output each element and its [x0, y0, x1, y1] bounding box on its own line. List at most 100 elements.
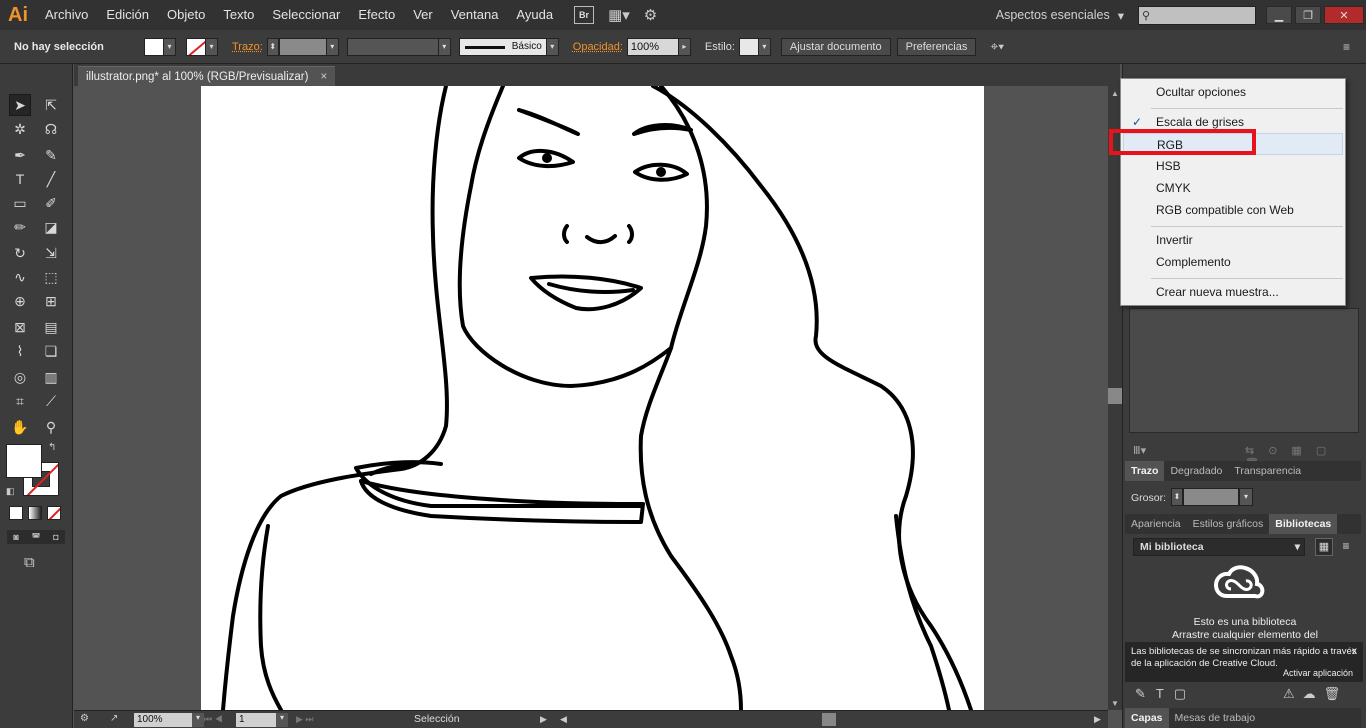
- stroke-weight-field[interactable]: [278, 37, 327, 56]
- selection-tool-icon[interactable]: ➤: [9, 94, 31, 116]
- library-footer-actions[interactable]: ⚠☁🗑: [1283, 686, 1348, 702]
- close-window-button[interactable]: ✕: [1324, 6, 1364, 24]
- pen-tool-icon[interactable]: ✒: [9, 144, 31, 166]
- bridge-button[interactable]: Br: [574, 6, 595, 24]
- variable-width-field[interactable]: [346, 37, 439, 56]
- menu-texto[interactable]: Texto: [214, 0, 263, 30]
- perspective-grid-tool-icon[interactable]: ⊞: [40, 290, 62, 312]
- menu-ver[interactable]: Ver: [404, 0, 442, 30]
- panel-menu-icon[interactable]: ≡: [1343, 40, 1350, 54]
- rotate-tool-icon[interactable]: ↻: [9, 242, 31, 264]
- tab-trazo[interactable]: Trazo: [1125, 461, 1165, 481]
- tab-apariencia[interactable]: Apariencia: [1125, 514, 1187, 534]
- gradient-mode-button[interactable]: [28, 506, 42, 520]
- hscroll-right-arrow[interactable]: ▶: [1094, 714, 1101, 725]
- menu-seleccionar[interactable]: Seleccionar: [263, 0, 349, 30]
- zoom-dropdown[interactable]: ▾: [192, 713, 204, 727]
- stroke-label[interactable]: Trazo:: [232, 41, 263, 53]
- menu-edicion[interactable]: Edición: [97, 0, 158, 30]
- lasso-tool-icon[interactable]: ☊: [40, 118, 62, 140]
- canvas-area[interactable]: [74, 86, 1108, 710]
- swatch-library-menu-icon[interactable]: Ⅲ▾: [1133, 444, 1146, 457]
- menu-item-cmyk[interactable]: CMYK: [1123, 177, 1343, 199]
- menu-ventana[interactable]: Ventana: [442, 0, 508, 30]
- zoom-field[interactable]: 100%: [134, 713, 192, 727]
- menu-efecto[interactable]: Efecto: [349, 0, 404, 30]
- artboard[interactable]: [201, 86, 984, 710]
- none-mode-button[interactable]: [47, 506, 61, 520]
- close-tab-icon[interactable]: ×: [320, 71, 327, 83]
- slice-tool-icon[interactable]: ⟋: [40, 390, 62, 412]
- menu-ayuda[interactable]: Ayuda: [507, 0, 562, 30]
- zoom-tool-icon[interactable]: ⚲: [40, 416, 62, 438]
- document-tab[interactable]: illustrator.png* al 100% (RGB/Previsuali…: [78, 66, 336, 86]
- weight-dropdown[interactable]: ▾: [1239, 488, 1253, 506]
- scroll-up-arrow[interactable]: ▲: [1111, 89, 1119, 98]
- minimize-button[interactable]: ▁: [1266, 6, 1292, 24]
- arrange-icon[interactable]: ⌖▾: [990, 38, 1004, 55]
- symbol-sprayer-tool-icon[interactable]: ◎: [9, 366, 31, 388]
- free-transform-tool-icon[interactable]: ⬚: [40, 266, 62, 288]
- brush-dropdown[interactable]: ▾: [546, 37, 559, 56]
- variable-width-dropdown[interactable]: ▾: [438, 37, 451, 56]
- library-select[interactable]: Mi biblioteca ▾: [1133, 538, 1305, 556]
- hand-tool-icon[interactable]: ✋: [9, 416, 31, 438]
- hscroll-left-arrow[interactable]: ◀: [560, 714, 567, 725]
- weight-field[interactable]: [1183, 488, 1239, 506]
- share-icon[interactable]: ↗: [110, 713, 118, 724]
- pencil-tool-icon[interactable]: ✏: [9, 216, 31, 238]
- scale-tool-icon[interactable]: ⇲: [40, 242, 62, 264]
- opacity-dropdown[interactable]: ▸: [678, 37, 691, 56]
- artboard-nav-next[interactable]: ▶ ⏭: [296, 714, 314, 725]
- draw-normal-icon[interactable]: ◙: [13, 532, 18, 542]
- graphic-style-swatch[interactable]: [738, 37, 759, 56]
- menu-item-invertir[interactable]: Invertir: [1123, 229, 1343, 251]
- menu-item-rgb-web[interactable]: RGB compatible con Web: [1123, 199, 1343, 221]
- curvature-tool-icon[interactable]: ✎: [40, 144, 62, 166]
- workspace-switcher[interactable]: Aspectos esenciales ▾: [982, 8, 1138, 23]
- grid-view-icon[interactable]: ▦: [1315, 538, 1333, 556]
- default-colors-icon[interactable]: ◧: [6, 486, 15, 497]
- fill-color-box[interactable]: [6, 444, 42, 478]
- tab-bibliotecas[interactable]: Bibliotecas: [1269, 514, 1338, 534]
- stroke-dropdown[interactable]: ▾: [206, 37, 218, 56]
- brush-definition[interactable]: Básico: [458, 37, 547, 56]
- direct-selection-tool-icon[interactable]: ⇱: [40, 94, 62, 116]
- artboard-tool-icon[interactable]: ⌗: [9, 390, 31, 412]
- weight-stepper[interactable]: ⬍: [1171, 488, 1183, 506]
- arrange-documents-icon[interactable]: ▦▾: [608, 6, 630, 24]
- blend-tool-icon[interactable]: ❏: [40, 340, 62, 362]
- menu-archivo[interactable]: Archivo: [36, 0, 97, 30]
- fill-dropdown[interactable]: ▾: [164, 37, 176, 56]
- preferences-button[interactable]: Preferencias: [896, 37, 977, 56]
- horizontal-scroll-thumb[interactable]: [822, 713, 836, 726]
- stroke-weight-stepper[interactable]: ⬍: [266, 37, 279, 56]
- artboard-number-field[interactable]: 1: [236, 713, 276, 727]
- gpu-performance-icon[interactable]: ⚙: [644, 6, 657, 24]
- draw-inside-icon[interactable]: ◘: [53, 532, 58, 542]
- warp-tool-icon[interactable]: ∿: [9, 266, 31, 288]
- opacity-label[interactable]: Opacidad:: [573, 41, 623, 53]
- close-tooltip-icon[interactable]: x: [1352, 646, 1357, 658]
- line-segment-tool-icon[interactable]: ╱: [40, 168, 62, 190]
- magic-wand-tool-icon[interactable]: ✲: [9, 118, 31, 140]
- color-mode-button[interactable]: [9, 506, 23, 520]
- document-setup-button[interactable]: Ajustar documento: [780, 37, 891, 56]
- tab-capas[interactable]: Capas: [1125, 708, 1169, 728]
- type-tool-icon[interactable]: T: [9, 168, 31, 190]
- tab-degradado[interactable]: Degradado: [1164, 461, 1228, 481]
- menu-item-complemento[interactable]: Complemento: [1123, 251, 1343, 273]
- swap-colors-icon[interactable]: ↰: [48, 442, 56, 453]
- stroke-weight-dropdown[interactable]: ▾: [326, 37, 339, 56]
- cc-icon[interactable]: ⚙: [80, 713, 89, 724]
- fill-swatch[interactable]: [144, 37, 164, 56]
- menu-item-hsb[interactable]: HSB: [1123, 155, 1343, 177]
- column-graph-tool-icon[interactable]: ▥: [40, 366, 62, 388]
- search-input[interactable]: ⚲: [1138, 5, 1256, 25]
- menu-objeto[interactable]: Objeto: [158, 0, 214, 30]
- menu-item-ocultar-opciones[interactable]: Ocultar opciones: [1123, 81, 1343, 103]
- draw-behind-icon[interactable]: ◚: [32, 532, 41, 543]
- library-footer-tools[interactable]: ✎T▢: [1135, 686, 1196, 702]
- restore-button[interactable]: ❐: [1295, 6, 1321, 24]
- vertical-scroll-thumb[interactable]: [1108, 388, 1122, 404]
